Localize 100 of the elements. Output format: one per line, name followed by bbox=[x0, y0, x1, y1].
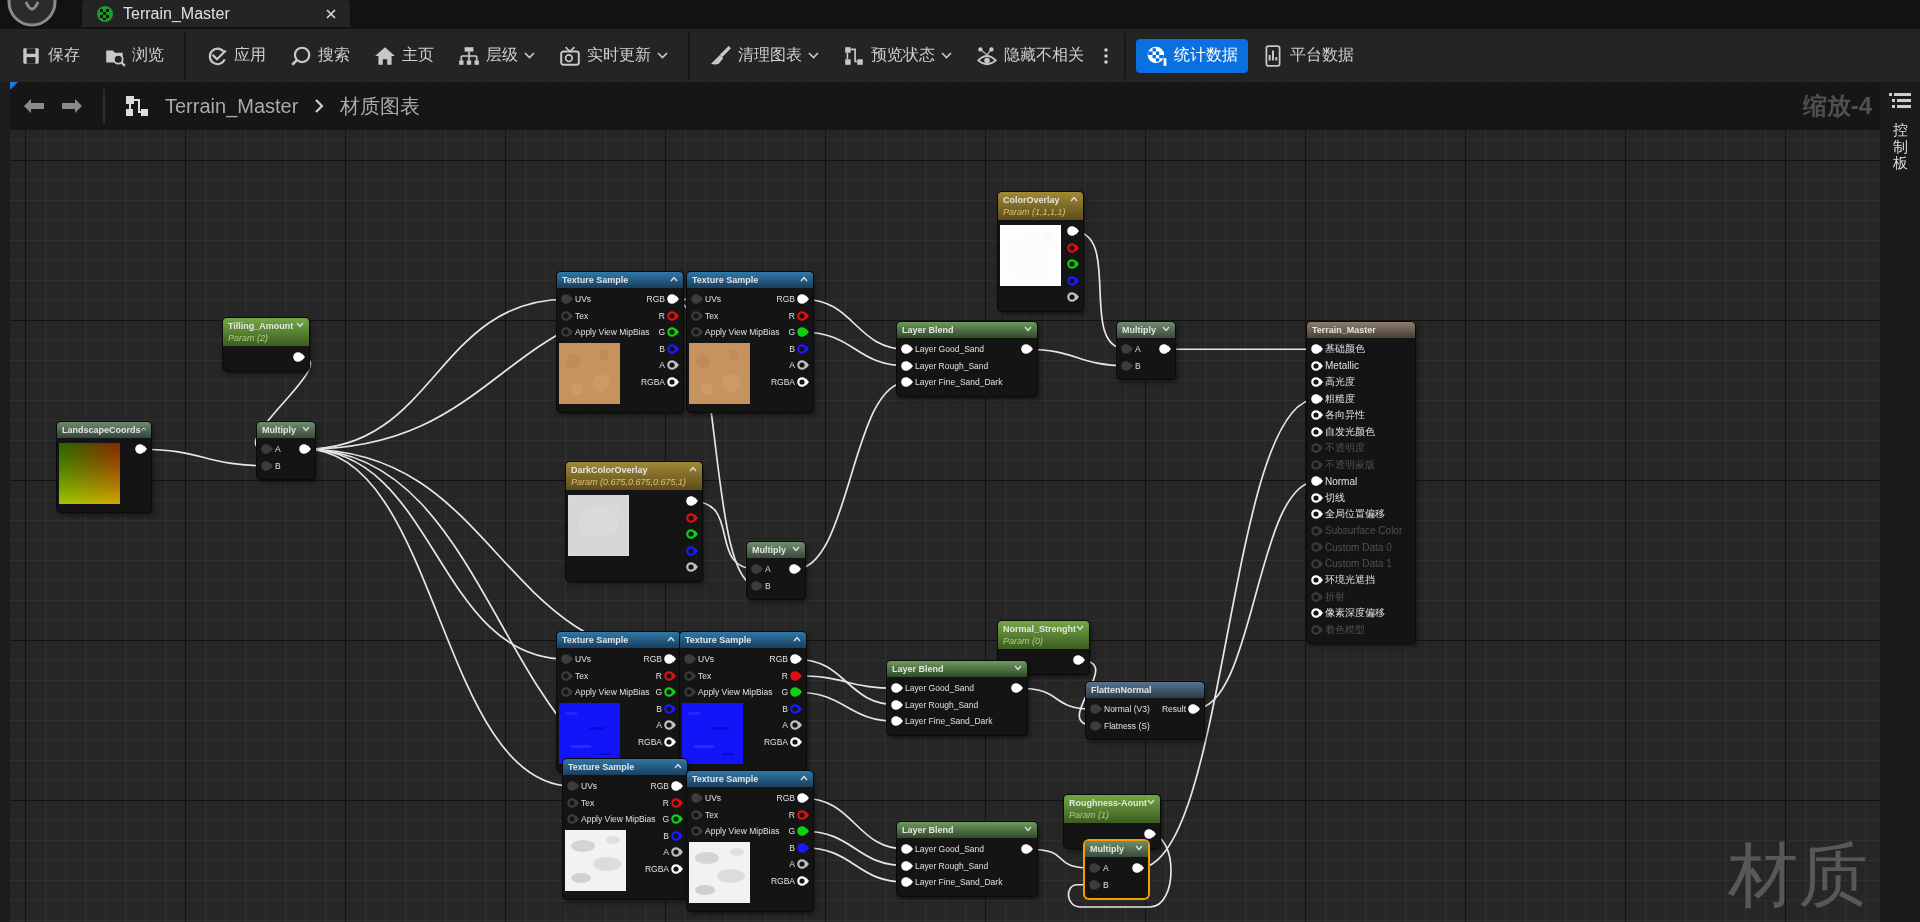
pin-label: A bbox=[275, 444, 281, 455]
panel-tab[interactable]: 控制板 bbox=[1892, 122, 1908, 172]
toolbar-button[interactable]: 统计数据 bbox=[1136, 38, 1248, 73]
toolbar-button[interactable]: 清理图表 bbox=[700, 38, 829, 73]
pin-label: B bbox=[663, 830, 669, 841]
pin-label: R bbox=[655, 670, 662, 681]
pin-label: RGB bbox=[650, 781, 669, 792]
pin-label: UVs bbox=[705, 793, 722, 804]
pin-label: B bbox=[789, 343, 795, 354]
pin-label: Tex bbox=[705, 310, 719, 321]
pin-label: 切线 bbox=[1325, 490, 1345, 505]
tab-title: Terrain_Master bbox=[123, 4, 231, 23]
zoom-level-label: 缩放-4 bbox=[1802, 91, 1872, 121]
pin-label: Apply View MipBias bbox=[575, 327, 650, 338]
pin-label: Tex bbox=[581, 797, 595, 808]
graph-node[interactable]: LandscapeCoords bbox=[57, 422, 151, 512]
toolbar-button[interactable]: 预览状态 bbox=[833, 38, 962, 73]
graph-node[interactable]: Tilling_Amount Param (2) bbox=[223, 318, 309, 371]
pin-label: G bbox=[788, 327, 795, 338]
graph-node[interactable]: Multiply A B bbox=[1085, 841, 1148, 898]
pin-label: 自发光颜色 bbox=[1325, 424, 1375, 439]
pin-label: B bbox=[1135, 360, 1141, 371]
pin-label: Normal (V3) bbox=[1104, 704, 1150, 715]
toolbar-button[interactable]: 应用 bbox=[196, 38, 276, 73]
toolbar-button[interactable]: 层级 bbox=[448, 38, 545, 73]
graph-node[interactable]: ColorOverlay Param (1,1,1,1) bbox=[998, 192, 1083, 311]
pin-label: 环境光遮挡 bbox=[1325, 573, 1375, 588]
pin-label: RGBA bbox=[763, 736, 788, 747]
pin-label: Apply View MipBias bbox=[575, 687, 650, 698]
pin-label: RGBA bbox=[770, 376, 795, 387]
pin-label: A bbox=[659, 360, 665, 371]
pin-label: Layer Fine_Sand_Dark bbox=[915, 377, 1003, 388]
node-title: Layer Blend bbox=[902, 825, 954, 835]
node-title: Terrain_Master bbox=[1312, 325, 1376, 335]
toolbar-button[interactable]: 隐藏不相关 bbox=[966, 38, 1094, 73]
graph-node[interactable]: Layer Blend Layer Good_Sand Layer Rough_Sand Layer Fine_Sand_Dark bbox=[887, 661, 1027, 735]
pin-label: A bbox=[663, 847, 669, 858]
pin-label: R bbox=[658, 310, 665, 321]
toolbar-button[interactable]: 实时更新 bbox=[549, 38, 678, 73]
pin-label: Layer Good_Sand bbox=[905, 683, 974, 694]
toolbar-button[interactable]: 主页 bbox=[364, 38, 444, 73]
pin-label: UVs bbox=[581, 781, 598, 792]
node-title: LandscapeCoords bbox=[62, 425, 141, 435]
graph-node[interactable]: Layer Blend Layer Good_Sand Layer Rough_Sand Layer Fine_Sand_Dark bbox=[897, 822, 1037, 896]
pin-label: R bbox=[788, 809, 795, 820]
pin-label: A bbox=[789, 360, 795, 371]
pin-label: RGBA bbox=[770, 875, 795, 886]
graph-node[interactable]: DarkColorOverlay Param (0.675,0.675,0.675,1) bbox=[566, 462, 702, 581]
pin-label: G bbox=[781, 687, 788, 698]
graph-node[interactable]: FlattenNormal Normal (V3) Result Flatness (S) bbox=[1086, 682, 1204, 739]
graph-node[interactable]: Texture Sample UVs RGB Tex R Apply View MipBias G B A RGBA bbox=[557, 272, 683, 412]
graph-node[interactable]: Texture Sample UVs RGB Tex R Apply View MipBias G B A RGBA bbox=[687, 272, 813, 412]
node-title: Texture Sample bbox=[692, 275, 759, 285]
toolbar-button[interactable]: 浏览 bbox=[94, 38, 174, 73]
pin-label: A bbox=[782, 720, 788, 731]
node-subtitle: Param (0.675,0.675,0.675,1) bbox=[571, 477, 687, 487]
node-title: Layer Blend bbox=[892, 664, 944, 674]
pin-label: RGBA bbox=[637, 736, 662, 747]
pin-label: A bbox=[789, 859, 795, 870]
graph-node[interactable]: Layer Blend Layer Good_Sand Layer Rough_Sand Layer Fine_Sand_Dark bbox=[897, 322, 1037, 396]
graph-node[interactable]: Texture Sample UVs RGB Tex R Apply View MipBias G B A RGBA bbox=[680, 632, 806, 772]
pin-label: Subsurface Color bbox=[1325, 525, 1403, 537]
pin-label: B bbox=[765, 580, 771, 591]
pin-label: RGB bbox=[776, 294, 795, 305]
graph-node[interactable]: Texture Sample UVs RGB Tex R Apply View MipBias G B A RGBA bbox=[563, 759, 687, 899]
toolbar-button[interactable]: 保存 bbox=[10, 38, 90, 73]
graph-node[interactable]: Multiply A B bbox=[257, 422, 315, 479]
node-title: Normal_Strenght bbox=[1003, 624, 1076, 634]
graph-node[interactable]: Multiply A B bbox=[747, 542, 805, 599]
graph-node[interactable]: Texture Sample UVs RGB Tex R Apply View MipBias G B A RGBA bbox=[687, 771, 813, 911]
pin-label: 各向异性 bbox=[1325, 408, 1365, 423]
pin-label: RGBA bbox=[640, 376, 665, 387]
node-subtitle: Param (1) bbox=[1069, 810, 1110, 820]
pin-label: Tex bbox=[575, 670, 589, 681]
node-title: Multiply bbox=[262, 425, 296, 435]
pin-label: Layer Good_Sand bbox=[915, 844, 984, 855]
node-title: Tilling_Amount bbox=[228, 321, 294, 331]
toolbar-button[interactable]: 平台数据 bbox=[1252, 38, 1364, 73]
pin-label: Normal bbox=[1325, 475, 1358, 487]
pin-label: B bbox=[659, 343, 665, 354]
breadcrumb-link[interactable]: Terrain_Master bbox=[165, 94, 299, 118]
pin-label: UVs bbox=[575, 294, 592, 305]
pin-label: Layer Fine_Sand_Dark bbox=[905, 716, 993, 727]
node-title: Texture Sample bbox=[562, 635, 629, 645]
graph-node[interactable]: Multiply A B bbox=[1117, 322, 1175, 379]
document-tab[interactable]: Terrain_Master bbox=[82, 0, 350, 27]
pin-label: Layer Rough_Sand bbox=[915, 860, 989, 871]
pin-label: 全局位置偏移 bbox=[1325, 507, 1385, 522]
pin-label: RGB bbox=[643, 654, 662, 665]
pin-label: 粗糙度 bbox=[1325, 391, 1355, 406]
node-title: Layer Blend bbox=[902, 325, 954, 335]
pin-label: B bbox=[782, 703, 788, 714]
pin-label: UVs bbox=[705, 294, 722, 305]
pin-label: G bbox=[658, 327, 665, 338]
toolbar-button[interactable]: 搜索 bbox=[280, 38, 360, 73]
breadcrumb-current: 材质图表 bbox=[340, 93, 421, 119]
pin-label: Apply View MipBias bbox=[581, 814, 656, 825]
pin-label: RGB bbox=[769, 654, 788, 665]
pin-label: R bbox=[781, 670, 788, 681]
node-title: Roughness-Aount bbox=[1069, 798, 1147, 808]
